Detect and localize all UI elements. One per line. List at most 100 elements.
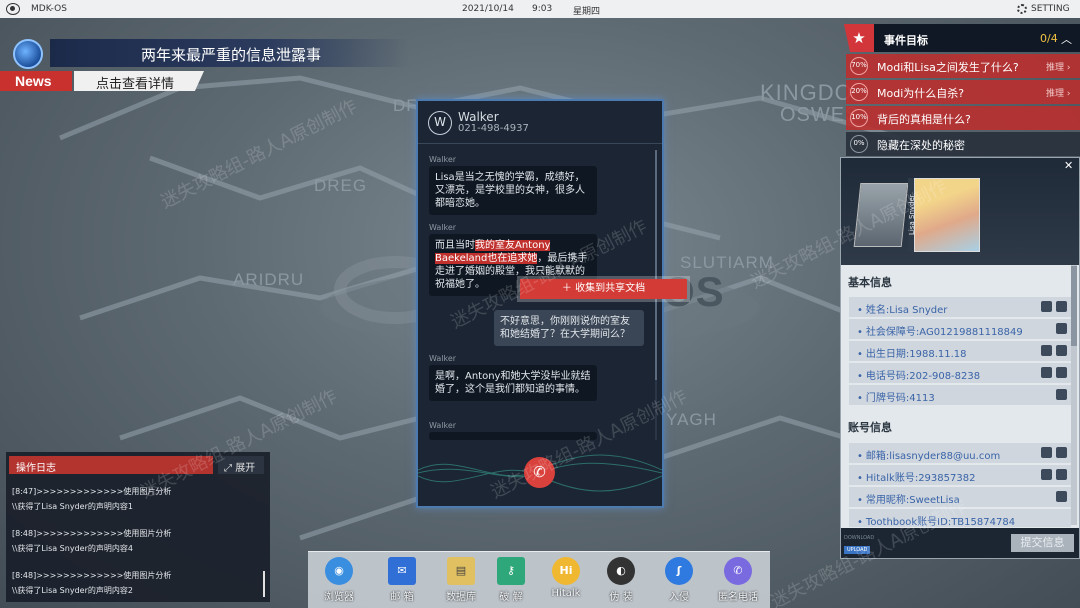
date-display: 2021/10/14 <box>462 4 514 14</box>
news-detail-link[interactable]: 点击查看详情 <box>74 71 204 91</box>
event-goal-item[interactable]: 10% 背后的真相是什么? <box>846 106 1080 130</box>
expand-label: 展开 <box>235 463 256 474</box>
phone-hangup-icon[interactable]: ✆ <box>524 457 555 488</box>
info-row[interactable]: • 出生日期:1988.11.18 <box>849 341 1071 361</box>
info-row[interactable]: • 邮箱:lisasnyder88@uu.com <box>849 443 1071 463</box>
app-mail[interactable]: ✉ 邮 箱 <box>378 557 426 605</box>
mail-icon: ✉ <box>388 557 416 585</box>
map-label-kingdo: KINGDO <box>760 80 853 105</box>
doc-icon[interactable] <box>1056 367 1067 378</box>
weekday-display: 星期四 <box>573 7 601 17</box>
tag-icon[interactable] <box>1041 301 1052 312</box>
app-disguise[interactable]: ◐ 伪 装 <box>597 557 645 605</box>
map-label-aridru: ARIDRU <box>233 270 305 289</box>
chevron-up-icon[interactable]: ︿ <box>1061 31 1072 47</box>
goal-question: 隐藏在深处的秘密 <box>877 139 965 152</box>
app-label: 邮 箱 <box>390 592 414 603</box>
female-photo[interactable] <box>914 178 980 252</box>
setting-button[interactable]: SETTING <box>1031 4 1070 14</box>
doc-icon[interactable] <box>1056 447 1067 458</box>
info-text: Hitalk账号:293857382 <box>865 473 976 484</box>
tag-icon[interactable] <box>1056 323 1067 334</box>
app-label: 浏览器 <box>324 592 354 603</box>
goal-progress: 20% <box>850 83 868 101</box>
info-row[interactable]: • 常用昵称:SweetLisa <box>849 487 1071 507</box>
submit-info-button[interactable]: 提交信息 <box>1011 534 1074 552</box>
info-text: 邮箱:lisasnyder88@uu.com <box>865 451 1001 462</box>
contact-avatar: W <box>428 111 452 135</box>
log-line: [8:48]>>>>>>>>>>>>>使用图片分析 <box>12 529 172 538</box>
doc-icon[interactable] <box>1056 301 1067 312</box>
chat-bubble-outgoing[interactable]: 不好意思，你刚刚说你的室友和她结婚了？在大学期间么？ <box>494 310 644 346</box>
os-name: MDK-OS <box>31 4 67 14</box>
log-line: \\获得了Lisa Snyder的声明内容1 <box>12 502 133 511</box>
male-photo[interactable] <box>853 183 909 247</box>
chat-bubble[interactable] <box>429 432 597 440</box>
app-intrude[interactable]: ʃ 入侵 <box>655 557 703 605</box>
database-icon: ▤ <box>447 557 475 585</box>
map-label-yagh: YAGH <box>666 410 717 429</box>
tag-icon[interactable] <box>1056 491 1067 502</box>
log-scrollbar[interactable] <box>263 571 265 597</box>
message-sender: Walker <box>429 155 457 164</box>
info-row[interactable]: • 门牌号码:4113 <box>849 385 1071 405</box>
top-status-bar: MDK-OS 2021/10/14 9:03 星期四 SETTING <box>0 0 1080 18</box>
reason-button[interactable]: 推理 › <box>1046 86 1070 99</box>
log-line: [8:47]>>>>>>>>>>>>>使用图片分析 <box>12 487 172 496</box>
reason-button[interactable]: 推理 › <box>1046 60 1070 73</box>
divider <box>418 143 662 144</box>
doc-icon[interactable] <box>1056 469 1067 480</box>
goal-question: Modi和Lisa之间发生了什么? <box>877 61 1019 74</box>
info-text: Toothbook账号ID:TB15874784 <box>865 517 1016 528</box>
basic-info-title: 基本信息 <box>848 276 892 289</box>
key-icon: ⚷ <box>497 557 525 585</box>
collect-to-shared-doc-button[interactable]: ＋ 收集到共享文档 <box>520 279 687 299</box>
tag-icon[interactable] <box>1041 469 1052 480</box>
tag-icon[interactable] <box>1041 447 1052 458</box>
app-hitalk[interactable]: Hi Hitalk <box>542 557 590 605</box>
event-goal-item[interactable]: 70% Modi和Lisa之间发生了什么? 推理 › <box>846 54 1080 78</box>
app-database[interactable]: ▤ 数据库 <box>437 557 485 605</box>
app-crack[interactable]: ⚷ 破 解 <box>487 557 535 605</box>
info-text: 常用昵称:SweetLisa <box>865 495 960 506</box>
reason-label: 推理 <box>1046 63 1065 73</box>
app-label: 数据库 <box>446 592 476 603</box>
message-sender: Walker <box>429 223 457 232</box>
app-anon-phone[interactable]: ✆ 匿名电话 <box>714 557 762 605</box>
event-goal-item[interactable]: 20% Modi为什么自杀? 推理 › <box>846 80 1080 104</box>
tag-icon[interactable] <box>1056 389 1067 400</box>
profile-scroll-thumb[interactable] <box>1071 266 1077 346</box>
doc-icon[interactable] <box>1056 345 1067 356</box>
contact-name: Walker <box>458 110 499 124</box>
info-row[interactable]: • 姓名:Lisa Snyder <box>849 297 1071 317</box>
goal-progress: 10% <box>850 109 868 127</box>
message-sender: Walker <box>429 421 457 430</box>
news-headline: 两年来最严重的信息泄露事 <box>141 46 322 64</box>
tag-icon[interactable] <box>1041 345 1052 356</box>
chat-bubble[interactable]: 是啊，Antony和她大学没毕业就结婚了，这个是我们都知道的事情。 <box>429 365 597 401</box>
globe-icon <box>13 39 43 69</box>
goal-progress: 70% <box>850 57 868 75</box>
info-row[interactable]: • Hitalk账号:293857382 <box>849 465 1071 485</box>
message-sender: Walker <box>429 354 457 363</box>
info-row[interactable]: • 社会保障号:AG01219881118849 <box>849 319 1071 339</box>
download-label: DOWNLOAD <box>844 535 875 541</box>
chat-bubble[interactable]: Lisa是当之无愧的学霸，成绩好，又漂亮，是学校里的女神，很多人都暗恋她。 <box>429 166 597 215</box>
gear-icon[interactable] <box>1017 4 1027 14</box>
log-line: [8:48]>>>>>>>>>>>>>使用图片分析 <box>12 571 172 580</box>
info-text: 门牌号码:4113 <box>865 393 935 404</box>
tag-icon[interactable] <box>1041 367 1052 378</box>
info-row[interactable]: • 电话号码:202-908-8238 <box>849 363 1071 383</box>
os-logo-icon <box>6 3 20 15</box>
chat-scroll-thumb[interactable] <box>655 150 657 380</box>
close-icon[interactable]: ✕ <box>1064 159 1073 172</box>
event-goal-item[interactable]: 0% 隐藏在深处的秘密 <box>846 132 1080 156</box>
app-label: 入侵 <box>669 592 689 603</box>
app-browser[interactable]: ◉ 浏览器 <box>315 557 363 605</box>
info-row[interactable]: • Toothbook账号ID:TB15874784 <box>849 509 1071 528</box>
event-goals-count: 0/4 <box>1040 32 1058 45</box>
app-label: Hitalk <box>551 588 581 599</box>
hitalk-icon: Hi <box>552 557 580 585</box>
expand-icon: ⤢ <box>224 463 236 474</box>
expand-button[interactable]: ⤢ 展开 <box>218 456 264 474</box>
